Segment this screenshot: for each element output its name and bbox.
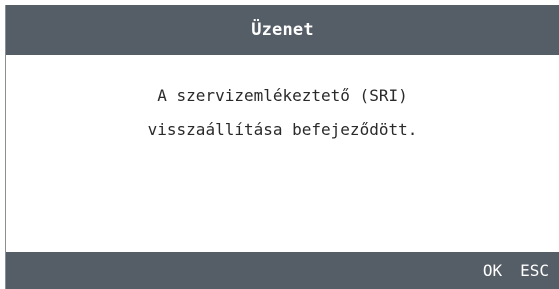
softkey-bar: OK ESC bbox=[6, 252, 559, 289]
message-line-2: visszaállítása befejeződött. bbox=[147, 120, 418, 139]
ok-button[interactable]: OK bbox=[483, 261, 502, 280]
esc-button[interactable]: ESC bbox=[520, 261, 549, 280]
dialog-title: Üzenet bbox=[251, 20, 314, 40]
dialog-title-bar: Üzenet bbox=[6, 5, 559, 55]
message-dialog: Üzenet A szervizemlékeztető (SRI) vissza… bbox=[5, 5, 559, 289]
dialog-message: A szervizemlékeztető (SRI) visszaállítás… bbox=[6, 55, 559, 252]
message-line-1: A szervizemlékeztető (SRI) bbox=[157, 86, 408, 105]
